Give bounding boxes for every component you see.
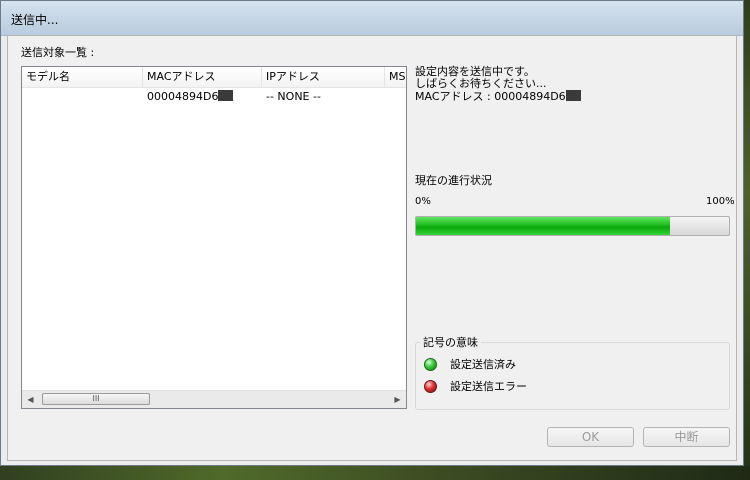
target-list-label: 送信対象一覧 : — [21, 46, 95, 59]
cancel-button[interactable]: 中断 — [643, 427, 730, 447]
redacted-block — [565, 90, 581, 101]
dialog-content: 送信対象一覧 : モデル名 MACアドレス IPアドレス MS 00004894… — [7, 35, 737, 461]
list-header: モデル名 MACアドレス IPアドレス MS — [22, 67, 406, 88]
legend-label-sent: 設定送信済み — [450, 358, 516, 371]
column-header-ip[interactable]: IPアドレス — [262, 67, 385, 87]
table-row[interactable]: 00004894D6 -- NONE -- — [22, 88, 406, 106]
cell-mac: 00004894D6 — [143, 88, 234, 106]
desktop-background-bottom — [0, 466, 750, 480]
column-header-ms[interactable]: MS — [385, 67, 406, 87]
progress-bar — [415, 216, 730, 236]
cell-model — [22, 88, 26, 106]
cell-mac-text: 00004894D6 — [147, 90, 219, 103]
status-mac-text: MACアドレス : 00004894D6 — [415, 90, 566, 103]
ok-button[interactable]: OK — [547, 427, 634, 447]
scroll-thumb[interactable]: III — [42, 393, 150, 405]
status-message: 設定内容を送信中です。 しばらくお待ちください... MACアドレス : 000… — [415, 66, 581, 103]
green-status-icon — [424, 358, 437, 371]
sending-dialog: 送信中... 送信対象一覧 : モデル名 MACアドレス IPアドレス MS 0… — [0, 0, 744, 466]
cell-ip: -- NONE -- — [266, 90, 321, 103]
scroll-right-arrow-icon[interactable]: ▶ — [389, 391, 406, 408]
title-bar[interactable]: 送信中... — [1, 1, 743, 36]
target-list[interactable]: モデル名 MACアドレス IPアドレス MS 00004894D6 -- NON… — [21, 66, 407, 409]
column-header-mac[interactable]: MACアドレス — [143, 67, 262, 87]
legend-group: 設定送信済み 設定送信エラー — [415, 342, 730, 410]
legend-title: 記号の意味 — [420, 334, 481, 350]
legend-label-error: 設定送信エラー — [450, 380, 527, 393]
horizontal-scrollbar[interactable]: ◀ III ▶ — [22, 390, 406, 408]
status-line-3: MACアドレス : 00004894D6 — [415, 90, 581, 103]
scroll-left-arrow-icon[interactable]: ◀ — [22, 391, 39, 408]
window-title: 送信中... — [11, 13, 59, 27]
progress-fill — [416, 217, 670, 235]
redacted-block — [218, 90, 234, 101]
column-header-model[interactable]: モデル名 — [22, 67, 143, 87]
status-line-2: しばらくお待ちください... — [415, 77, 547, 90]
progress-title: 現在の進行状況 — [415, 174, 492, 187]
progress-max-label: 100% — [706, 196, 735, 207]
progress-min-label: 0% — [415, 196, 431, 207]
red-status-icon — [424, 380, 437, 393]
